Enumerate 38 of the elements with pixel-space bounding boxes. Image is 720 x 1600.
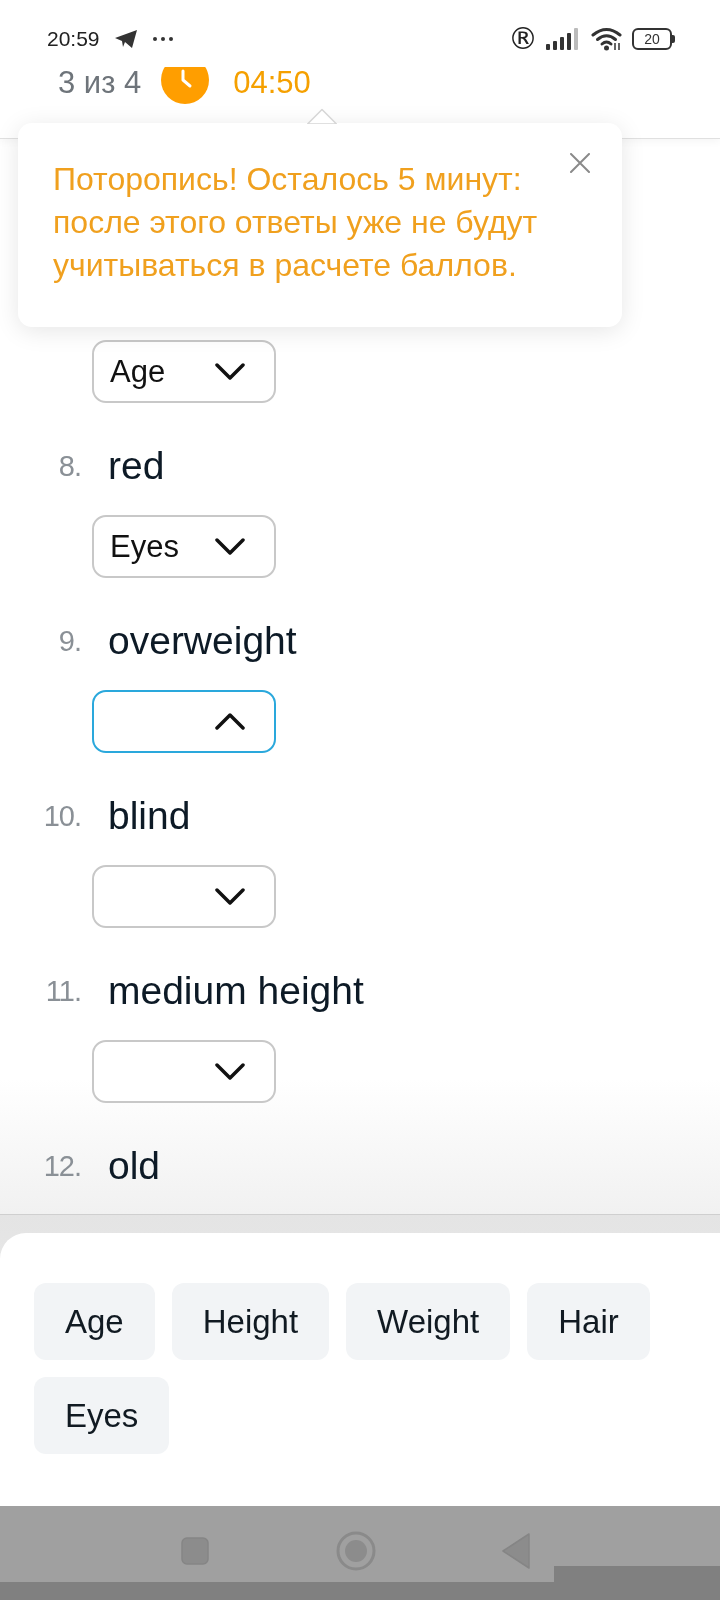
battery-percent: 20 — [644, 31, 660, 47]
chevron-up-icon — [215, 713, 245, 730]
roaming-indicator: ® — [508, 24, 538, 54]
question-number: 10. — [42, 799, 81, 833]
status-time: 20:59 — [47, 27, 100, 51]
square-icon[interactable] — [181, 1537, 209, 1565]
close-icon[interactable] — [570, 153, 590, 173]
triangle-icon[interactable] — [502, 1533, 530, 1569]
question-word: red — [108, 444, 165, 488]
answer-dropdown[interactable] — [92, 1040, 276, 1103]
question-word: old — [108, 1144, 161, 1188]
question-number: 11. — [44, 974, 81, 1008]
chevron-down-icon — [215, 538, 245, 555]
question-counter: 3 из 4 — [58, 67, 142, 98]
answer-dropdown[interactable]: Age — [92, 340, 276, 403]
option-chip[interactable]: Age — [34, 1283, 155, 1360]
question-word: blind — [108, 794, 191, 838]
option-chip[interactable]: Hair — [527, 1283, 650, 1360]
option-chip[interactable]: Eyes — [34, 1377, 170, 1454]
warning-text: Поторопись! Осталось 5 минут: после этого ответы уже не будут учитываться в расчете баллов. — [53, 160, 538, 285]
answer-dropdown[interactable]: Eyes — [92, 515, 276, 578]
chevron-down-icon — [215, 888, 245, 905]
wifi-icon — [591, 27, 622, 51]
question-number: 8. — [57, 449, 81, 483]
chevron-down-icon — [215, 1063, 245, 1080]
question-word: overweight — [108, 619, 297, 663]
chevron-down-icon — [215, 363, 245, 380]
timer-text: 04:50 — [233, 67, 311, 98]
answer-dropdown[interactable] — [92, 865, 276, 928]
paper-plane-icon — [114, 30, 137, 48]
option-chip[interactable]: Height — [171, 1283, 330, 1360]
more-dots-icon — [152, 37, 173, 41]
option-chip[interactable]: Weight — [346, 1283, 511, 1360]
question-number: 9. — [57, 624, 81, 658]
signal-icon — [546, 28, 579, 50]
question-word: medium height — [108, 969, 364, 1013]
answer-dropdown[interactable] — [92, 690, 276, 753]
question-number: 12. — [42, 1149, 81, 1183]
